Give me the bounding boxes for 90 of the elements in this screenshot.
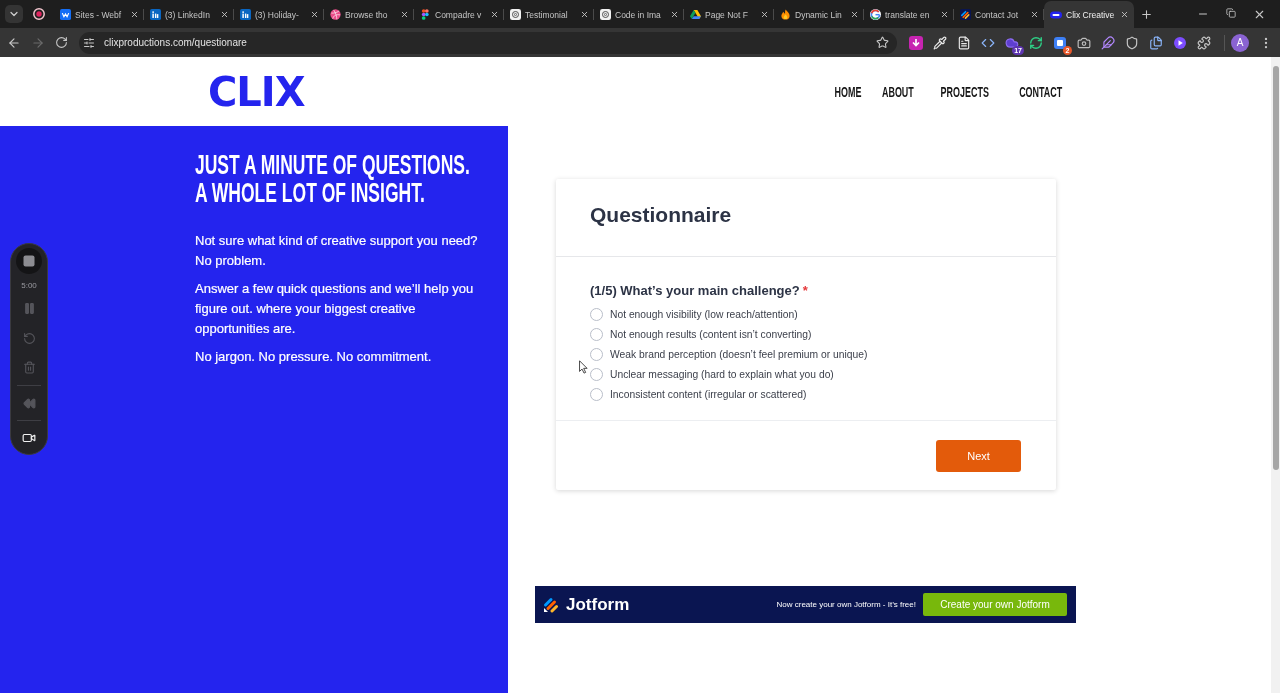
radio-button[interactable] [590, 307, 603, 321]
intro-paragraph: Not sure what kind of creative support you need? No problem. [195, 232, 479, 270]
ball-icon [330, 9, 341, 20]
stop-icon[interactable] [16, 248, 42, 274]
play-icon[interactable] [1173, 35, 1187, 50]
radio-button[interactable] [590, 367, 603, 381]
brand-name: Jotform [566, 594, 630, 615]
refresh-icon[interactable] [1029, 35, 1043, 50]
promo-text: Now create your own Jotform - It’s free! [776, 600, 916, 609]
target-icon [510, 9, 521, 20]
new-tab-icon[interactable] [1139, 7, 1153, 21]
address-bar[interactable]: clixproductions.com/questionare [79, 31, 897, 54]
option-label[interactable]: Weak brand perception (doesn’t feel premium or unique) [610, 348, 868, 360]
option-label[interactable]: Unclear messaging (hard to explain what you do) [610, 368, 834, 380]
cloud-icon[interactable] [1005, 35, 1019, 50]
intro-paragraph: No jargon. No pressure. No commitment. [195, 348, 433, 366]
option-label[interactable]: Inconsistent content (irregular or scattered) [610, 388, 807, 400]
bookmark-star-icon[interactable] [876, 36, 889, 49]
close-icon[interactable] [310, 10, 319, 19]
nav-link[interactable]: HOME [834, 83, 862, 100]
radio-button[interactable] [590, 327, 603, 341]
camera-icon[interactable] [1077, 35, 1091, 50]
close-icon[interactable] [580, 10, 589, 19]
close-icon[interactable] [400, 10, 409, 19]
logo-icon [543, 596, 559, 613]
shield-icon[interactable] [1125, 35, 1139, 50]
circles-icon [420, 9, 431, 20]
back-icon[interactable] [7, 35, 21, 50]
logo[interactable]: CLIX [208, 71, 305, 112]
tile-icon [150, 9, 161, 20]
scrollbar-thumb[interactable] [1272, 66, 1279, 470]
browser-tab[interactable]: translate en [864, 1, 954, 28]
puzzle-icon[interactable] [1197, 35, 1211, 50]
option-label[interactable]: Not enough results (content isn’t converting) [610, 328, 812, 340]
question-label: (1/5) What’s your main challenge? [590, 282, 800, 300]
tile-icon[interactable] [1053, 35, 1067, 50]
headline: JUST A MINUTE OF QUESTIONS. A WHOLE LOT OF INSIGHT. [195, 151, 470, 207]
browser-tab[interactable]: Code in Ima [594, 1, 684, 28]
video-camera-icon[interactable] [22, 431, 36, 445]
close-icon[interactable] [130, 10, 139, 19]
close-icon[interactable] [220, 10, 229, 19]
next-button[interactable]: Next [936, 440, 1021, 472]
option-label[interactable]: Not enough visibility (low reach/attention) [610, 308, 798, 320]
files-icon[interactable] [1149, 35, 1163, 50]
close-icon[interactable] [490, 10, 499, 19]
browser-tab[interactable]: Sites - Webf [54, 1, 144, 28]
browser-tab[interactable]: Browse tho [324, 1, 414, 28]
browser-tab[interactable]: Contact Jot [954, 1, 1044, 28]
download-icon[interactable] [909, 35, 923, 50]
reload-icon[interactable] [55, 36, 68, 49]
triangle-icon [690, 9, 701, 20]
site-settings-icon[interactable] [83, 36, 95, 49]
flame-icon [780, 9, 791, 20]
browser-tab[interactable]: (3) Holiday- [234, 1, 324, 28]
browser-tab[interactable]: Compadre v [414, 1, 504, 28]
scrollbar[interactable] [1271, 57, 1280, 693]
radio-button[interactable] [590, 387, 603, 401]
nav-link[interactable]: CONTACT [1018, 83, 1062, 100]
nav-link[interactable]: ABOUT [882, 83, 915, 100]
cursor-icon [579, 360, 588, 374]
tab-menu-button[interactable] [5, 5, 23, 23]
radio-button[interactable] [590, 347, 603, 361]
restart-icon[interactable] [22, 331, 36, 345]
close-icon[interactable] [1030, 10, 1039, 19]
eyedropper-icon[interactable] [933, 35, 947, 50]
feather-icon[interactable] [1101, 35, 1115, 50]
close-icon[interactable] [850, 10, 859, 19]
intro-paragraph: Answer a few quick questions and we’ll help you figure out. where your biggest creative opportunities are. [195, 280, 475, 338]
close-icon[interactable] [1120, 10, 1129, 19]
stripes-icon [960, 9, 971, 20]
nav-link[interactable]: PROJECTS [940, 83, 989, 100]
record-icon[interactable] [33, 8, 45, 20]
timer-text: 5:00 [21, 280, 37, 292]
tile-icon [240, 9, 251, 20]
tile-icon [60, 9, 71, 20]
browser-tab[interactable]: Testimonial [504, 1, 594, 28]
document-icon[interactable] [957, 35, 971, 50]
close-icon[interactable] [940, 10, 949, 19]
ring-icon [870, 9, 881, 20]
target-icon [600, 9, 611, 20]
form-title: Questionnaire [590, 203, 732, 227]
close-icon[interactable] [670, 10, 679, 19]
required-mark: * [802, 282, 808, 300]
browser-tab[interactable]: Dynamic Lin [774, 1, 864, 28]
browser-tab[interactable]: (3) LinkedIn [144, 1, 234, 28]
restore-icon[interactable] [1226, 7, 1236, 18]
profile-avatar[interactable]: A [1231, 33, 1249, 52]
browser-tab[interactable]: Page Not F [684, 1, 774, 28]
browser-tab[interactable]: Clix Creative [1044, 1, 1134, 28]
close-icon[interactable] [760, 10, 769, 19]
